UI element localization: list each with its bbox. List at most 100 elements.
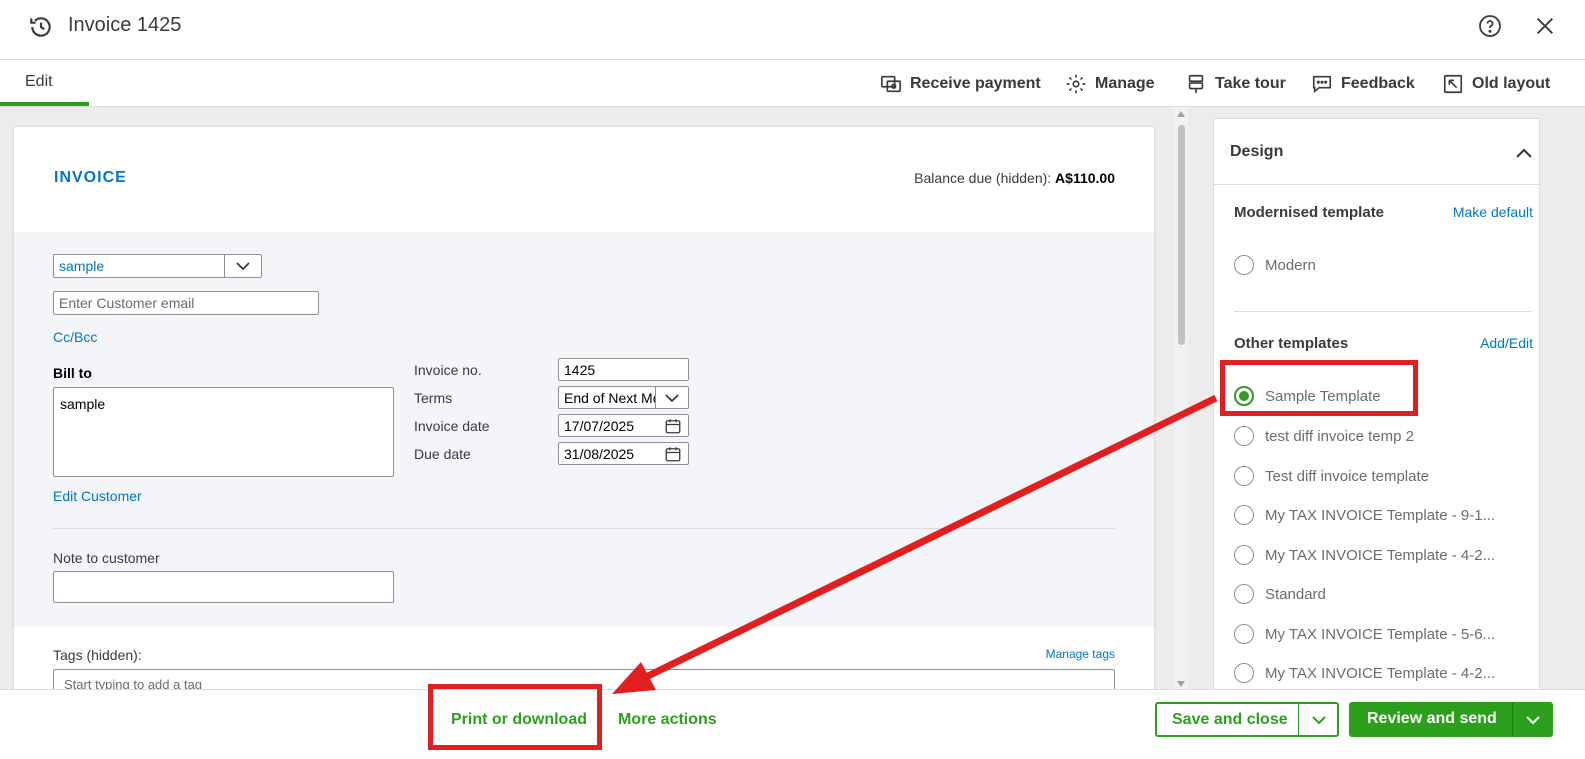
radio-button[interactable] — [1234, 505, 1254, 525]
template-option-label: Standard — [1265, 585, 1326, 603]
chevron-down-icon — [1526, 715, 1540, 724]
template-option-label: My TAX INVOICE Template - 9-1... — [1265, 506, 1496, 524]
template-option[interactable]: My TAX INVOICE Template - 4-2... — [1234, 661, 1534, 685]
due-date-picker[interactable] — [658, 443, 688, 464]
signpost-icon — [1188, 74, 1204, 94]
balance-due: Balance due (hidden): A$110.00 — [914, 170, 1115, 186]
chevron-down-icon — [665, 393, 679, 402]
customer-value: sample — [59, 258, 105, 274]
section-divider — [53, 528, 1115, 529]
due-date-value: 31/08/2025 — [564, 445, 635, 462]
email-placeholder: Enter Customer email — [59, 295, 195, 311]
button-divider — [1298, 704, 1299, 735]
tags-label: Tags (hidden): — [53, 647, 142, 663]
other-templates-title: Other templates — [1234, 335, 1349, 352]
chevron-down-icon — [1311, 715, 1326, 724]
add-edit-link[interactable]: Add/Edit — [1480, 335, 1533, 351]
scroll-down-arrow-icon[interactable] — [1177, 681, 1185, 687]
receive-payment-icon — [881, 75, 901, 93]
close-icon[interactable] — [1534, 15, 1556, 37]
template-option-label: Test diff invoice template — [1265, 467, 1429, 485]
review-and-send-label: Review and send — [1367, 710, 1497, 727]
balance-value: A$110.00 — [1055, 170, 1115, 186]
radio-button[interactable] — [1234, 624, 1254, 644]
invoice-date-field[interactable]: 17/07/2025 — [558, 414, 689, 437]
toolbar: Edit Receive payment Manage Take tour Fe… — [0, 61, 1585, 107]
old-layout-button[interactable]: Old layout — [1442, 71, 1550, 97]
history-icon[interactable] — [28, 14, 54, 40]
template-option-label: My TAX INVOICE Template - 4-2... — [1265, 546, 1496, 564]
tab-edit[interactable]: Edit — [0, 61, 89, 106]
feedback-button[interactable]: Feedback — [1311, 71, 1415, 97]
save-options-toggle[interactable] — [1300, 704, 1337, 735]
receive-payment-label: Receive payment — [910, 75, 1041, 92]
template-option-modern[interactable]: Modern — [1234, 253, 1534, 277]
invoice-no-field[interactable]: 1425 — [558, 358, 689, 381]
scrollbar[interactable] — [1174, 107, 1188, 689]
note-to-customer-label: Note to customer — [53, 550, 160, 566]
calendar-icon — [665, 418, 681, 433]
scroll-up-arrow-icon[interactable] — [1177, 111, 1185, 117]
template-option[interactable]: My TAX INVOICE Template - 9-1... — [1234, 503, 1534, 527]
old-layout-label: Old layout — [1472, 75, 1551, 92]
radio-button[interactable] — [1234, 466, 1254, 486]
radio-button[interactable] — [1234, 584, 1254, 604]
receive-payment-button[interactable]: Receive payment — [880, 71, 1041, 97]
save-and-close-button[interactable]: Save and close — [1155, 702, 1339, 737]
feedback-label: Feedback — [1341, 75, 1415, 92]
modernised-template-title: Modernised template — [1234, 204, 1385, 221]
chat-icon — [1312, 75, 1332, 94]
edit-customer-link[interactable]: Edit Customer — [53, 488, 142, 504]
panel-divider — [1234, 311, 1532, 312]
note-to-customer-field[interactable] — [53, 571, 394, 603]
footer-action-bar: Print or download More actions Save and … — [0, 689, 1585, 759]
template-option[interactable]: test diff invoice temp 2 — [1234, 424, 1534, 448]
design-panel-header[interactable]: Design — [1214, 119, 1539, 185]
customer-dropdown-toggle[interactable] — [224, 255, 261, 277]
customer-email-field[interactable]: Enter Customer email — [53, 291, 319, 315]
due-date-field[interactable]: 31/08/2025 — [558, 442, 689, 465]
scrollbar-thumb[interactable] — [1178, 125, 1185, 345]
radio-button[interactable] — [1234, 663, 1254, 683]
template-option[interactable]: Standard — [1234, 582, 1534, 606]
radio-button[interactable] — [1234, 426, 1254, 446]
invoice-date-label: Invoice date — [414, 418, 490, 434]
template-option-label: Modern — [1265, 256, 1316, 274]
send-options-toggle[interactable] — [1513, 702, 1553, 737]
review-and-send-button[interactable]: Review and send — [1349, 702, 1553, 737]
manage-button[interactable]: Manage — [1065, 71, 1155, 97]
customer-section: sample Enter Customer email Cc/Bcc Bill … — [14, 232, 1154, 627]
highlight-box-sample-template — [1220, 360, 1418, 416]
more-actions-link[interactable]: More actions — [618, 711, 717, 729]
template-option[interactable]: Test diff invoice template — [1234, 464, 1534, 488]
invoice-heading: INVOICE — [54, 169, 127, 186]
template-option[interactable]: My TAX INVOICE Template - 4-2... — [1234, 543, 1534, 567]
template-option-label: My TAX INVOICE Template - 4-2... — [1265, 664, 1496, 682]
manage-label: Manage — [1095, 75, 1155, 92]
customer-select[interactable]: sample — [53, 254, 262, 278]
page-title: Invoice 1425 — [68, 14, 182, 36]
cc-bcc-link[interactable]: Cc/Bcc — [53, 329, 97, 345]
terms-dropdown-toggle[interactable] — [655, 387, 688, 408]
manage-tags-link[interactable]: Manage tags — [1046, 647, 1115, 661]
template-option[interactable]: My TAX INVOICE Template - 5-6... — [1234, 622, 1534, 646]
tags-placeholder: Start typing to add a tag — [64, 676, 203, 690]
invoice-date-value: 17/07/2025 — [564, 417, 635, 434]
take-tour-button[interactable]: Take tour — [1185, 71, 1286, 97]
radio-button[interactable] — [1234, 255, 1254, 275]
due-date-label: Due date — [414, 446, 471, 462]
calendar-icon — [665, 446, 681, 461]
invoice-date-picker[interactable] — [658, 415, 688, 436]
terms-select[interactable]: End of Next Mc — [558, 386, 689, 409]
make-default-link[interactable]: Make default — [1453, 204, 1533, 220]
highlight-box-print-download — [428, 684, 602, 750]
invoice-no-label: Invoice no. — [414, 362, 482, 378]
chevron-up-icon[interactable] — [1514, 144, 1534, 162]
top-bar: Invoice 1425 — [0, 0, 1585, 60]
help-icon[interactable] — [1478, 14, 1502, 38]
design-title: Design — [1230, 143, 1284, 160]
bill-to-field[interactable]: sample — [53, 387, 394, 477]
radio-button[interactable] — [1234, 545, 1254, 565]
bill-to-label: Bill to — [53, 365, 92, 381]
tab-edit-label: Edit — [25, 73, 53, 90]
